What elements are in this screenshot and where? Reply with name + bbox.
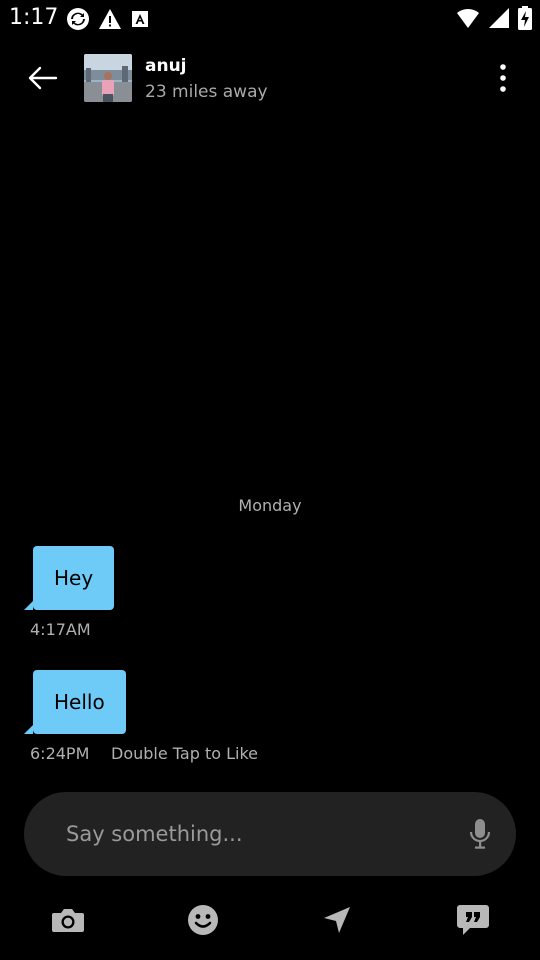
contact-distance: 23 miles away: [145, 82, 268, 102]
wifi-icon: [456, 7, 480, 33]
message-input[interactable]: [66, 792, 446, 876]
sync-icon: [66, 7, 90, 35]
message-text: Hey: [54, 566, 94, 590]
message-composer: [24, 792, 516, 876]
message-bubble[interactable]: Hey: [24, 546, 115, 610]
emoji-button[interactable]: [183, 900, 223, 940]
voice-message-button[interactable]: [468, 816, 492, 852]
saved-phrases-button[interactable]: [453, 900, 493, 940]
status-icons-right: [456, 6, 532, 34]
camera-icon: [52, 909, 84, 932]
battery-charging-icon: [518, 6, 532, 34]
camera-button[interactable]: [48, 900, 88, 940]
more-options-button[interactable]: [488, 60, 518, 96]
bubble-tail: [24, 725, 33, 734]
microphone-icon: [469, 819, 491, 849]
signal-icon: [488, 7, 510, 33]
avatar[interactable]: [84, 54, 132, 102]
status-bar: 1:17: [0, 0, 540, 36]
status-icons-left: [66, 7, 150, 35]
message-time: 4:17AM: [30, 620, 91, 639]
double-tap-hint: Double Tap to Like: [111, 744, 258, 763]
kebab-menu-icon: [500, 64, 506, 92]
location-icon: [324, 907, 350, 933]
contact-name[interactable]: anuj: [145, 56, 187, 76]
smiley-icon: [188, 905, 218, 935]
saved-phrases-icon: [457, 905, 489, 935]
back-button[interactable]: [22, 60, 62, 96]
chat-header: anuj 23 miles away: [0, 44, 540, 112]
message-text: Hello: [54, 690, 105, 714]
warning-icon: [98, 8, 122, 34]
chat-toolbar: [0, 890, 540, 950]
arrow-left-icon: [28, 66, 58, 90]
message-bubble[interactable]: Hello: [24, 670, 126, 734]
share-location-button[interactable]: [317, 900, 357, 940]
message-time: 6:24PM: [30, 744, 90, 763]
font-a-icon: [130, 9, 150, 33]
bubble-tail: [24, 601, 33, 610]
day-separator: Monday: [238, 496, 302, 515]
status-time: 1:17: [9, 5, 59, 30]
